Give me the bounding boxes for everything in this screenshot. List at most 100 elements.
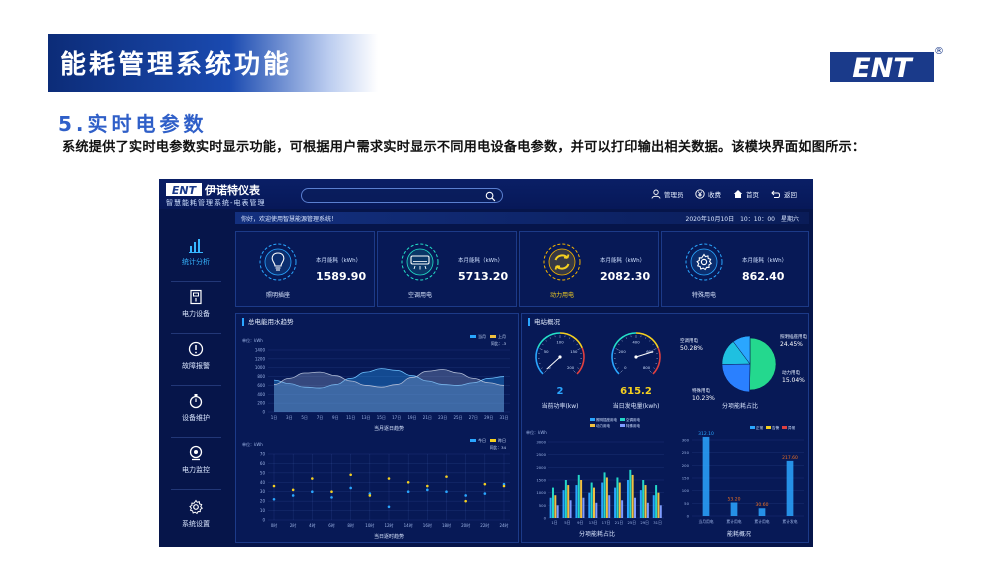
x-tick-label: 7日 — [317, 415, 324, 420]
bar — [655, 485, 658, 518]
header-user[interactable]: 管理员 — [651, 188, 684, 200]
x-tick-label: 累计发电 — [782, 519, 797, 524]
kpi-value: 862.40 — [742, 270, 785, 283]
y-tick-label: 60 — [260, 461, 266, 466]
pie-slice — [721, 363, 751, 393]
x-tick-label: 20时 — [461, 522, 470, 528]
bar — [634, 497, 636, 518]
kpi-label: 本月能耗（kWh） — [600, 258, 646, 264]
y-tick-label: 1500 — [536, 478, 546, 483]
kpi-label: 本月能耗（kWh） — [458, 258, 504, 264]
header-return[interactable]: 返回 — [771, 188, 797, 200]
gauge-tick-label: 100 — [556, 340, 564, 345]
gauge-tick — [542, 343, 544, 346]
section-description: 系统提供了实时电参数实时显示功能，可根据用户需求实时显示不同用电设备电参数，并可… — [62, 140, 866, 155]
y-axis-label: 单位：kWh — [242, 337, 263, 343]
x-tick-label: 31日 — [499, 415, 508, 420]
gauge-tick — [577, 367, 579, 369]
bar2-caption: 能耗概况 — [726, 531, 751, 538]
category-bar-chart: 单位：kWh 0 500 1000 1500 2000 2500 3000 照明插座用电 空调用电… — [526, 417, 664, 525]
data-point — [330, 496, 333, 499]
bar — [614, 487, 617, 518]
bar — [551, 487, 554, 518]
gauge-tick — [649, 370, 652, 373]
data-point — [502, 484, 506, 488]
bar — [646, 502, 649, 518]
panel-title: 总电能用水趋势 — [242, 318, 294, 326]
legend-label: 空调用电 — [626, 417, 640, 422]
section-title: 5.实时电参数 — [58, 112, 208, 136]
x-tick-label: 6时 — [328, 522, 335, 528]
y-tick-label: 2000 — [536, 465, 546, 470]
bar — [549, 497, 552, 518]
app-header: ENT 伊诺特仪表 智慧能耗管理系统-电表管理 管理员 收费 首页 返回 — [159, 179, 813, 209]
bar — [556, 505, 559, 518]
gauge-tick — [569, 337, 571, 339]
legend-swatch — [590, 424, 595, 427]
bar — [562, 490, 565, 518]
app-logo: ENT — [166, 183, 202, 196]
x-tick-label: 16时 — [423, 522, 432, 528]
legend-swatch — [620, 418, 625, 421]
data-point — [272, 497, 276, 501]
sidebar-item-power-monitor[interactable]: 电力监控 — [163, 445, 229, 485]
sidebar-item-statistics[interactable]: 统计分析 — [163, 237, 229, 277]
legend-swatch — [782, 426, 787, 429]
search-input[interactable] — [301, 188, 503, 203]
y-tick-label: 1200 — [255, 356, 266, 361]
legend-label: 上月 — [498, 333, 506, 339]
slice-percent: 50.28% — [680, 345, 703, 352]
legend-label: 告警 — [772, 425, 780, 430]
y-tick-label: 10 — [260, 508, 266, 513]
x-tick-label: 11日 — [346, 415, 355, 420]
bar — [564, 480, 567, 518]
x-tick-label: 31日 — [653, 520, 662, 525]
logo-text: ENT — [852, 53, 914, 84]
y-tick-label: 40 — [260, 480, 266, 485]
y-tick-label: 1000 — [536, 490, 546, 495]
bar — [605, 477, 608, 518]
header-home[interactable]: 首页 — [733, 188, 759, 200]
x-tick-label: 18时 — [442, 522, 451, 528]
y-tick-label: 150 — [682, 476, 690, 481]
bar — [626, 480, 629, 518]
legend-label: 照明插座用电 — [596, 417, 617, 422]
kpi-card-lighting[interactable]: 照明插座 本月能耗（kWh） 1589.90 — [235, 231, 375, 307]
kpi-label: 本月能耗（kWh） — [742, 258, 788, 264]
gauge-band — [652, 347, 661, 375]
x-tick-label: 当月用电 — [698, 519, 713, 524]
legend-swatch — [750, 426, 755, 429]
sidebar-item-maintenance[interactable]: 设备维护 — [163, 393, 229, 433]
legend-note: 同比：-3 — [491, 341, 507, 346]
gauge-band — [535, 347, 544, 375]
bar — [577, 474, 580, 518]
data-point — [445, 475, 448, 478]
legend-swatch — [470, 335, 476, 338]
gauge-tick-label: 800 — [643, 365, 651, 370]
x-tick-label: 10时 — [365, 522, 374, 528]
header-billing[interactable]: 收费 — [695, 188, 721, 200]
bar — [758, 508, 766, 516]
x-tick-label: 22时 — [480, 522, 489, 528]
gauge-tick — [618, 343, 620, 346]
data-point — [291, 494, 295, 497]
gauge-tick — [621, 340, 623, 342]
search-icon[interactable] — [485, 191, 496, 202]
data-point — [291, 488, 295, 492]
sidebar-item-power-device[interactable]: 电力设备 — [163, 289, 229, 329]
sidebar-item-settings[interactable]: 系统设置 — [163, 499, 229, 539]
gauge-tick-label: 200 — [619, 349, 627, 354]
kpi-card-aircon[interactable]: 空调用电 本月能耗（kWh） 5713.20 — [377, 231, 517, 307]
bar — [629, 469, 632, 518]
return-icon — [771, 190, 780, 198]
y-tick-label: 400 — [257, 392, 265, 397]
kpi-card-special[interactable]: 特殊用电 本月能耗（kWh） 862.40 — [661, 231, 809, 307]
x-tick-label: 24时 — [499, 522, 508, 528]
gauge-tick-label: 50 — [544, 349, 549, 354]
x-tick-label: 8时 — [347, 522, 354, 528]
kpi-card-power[interactable]: 动力用电 本月能耗（kWh） 2082.30 — [519, 231, 659, 307]
sidebar-item-fault-alarm[interactable]: 故障报警 — [163, 341, 229, 381]
gauge-tick — [544, 370, 547, 373]
x-tick-label: 25日 — [627, 520, 636, 525]
maintenance-icon — [189, 394, 203, 409]
